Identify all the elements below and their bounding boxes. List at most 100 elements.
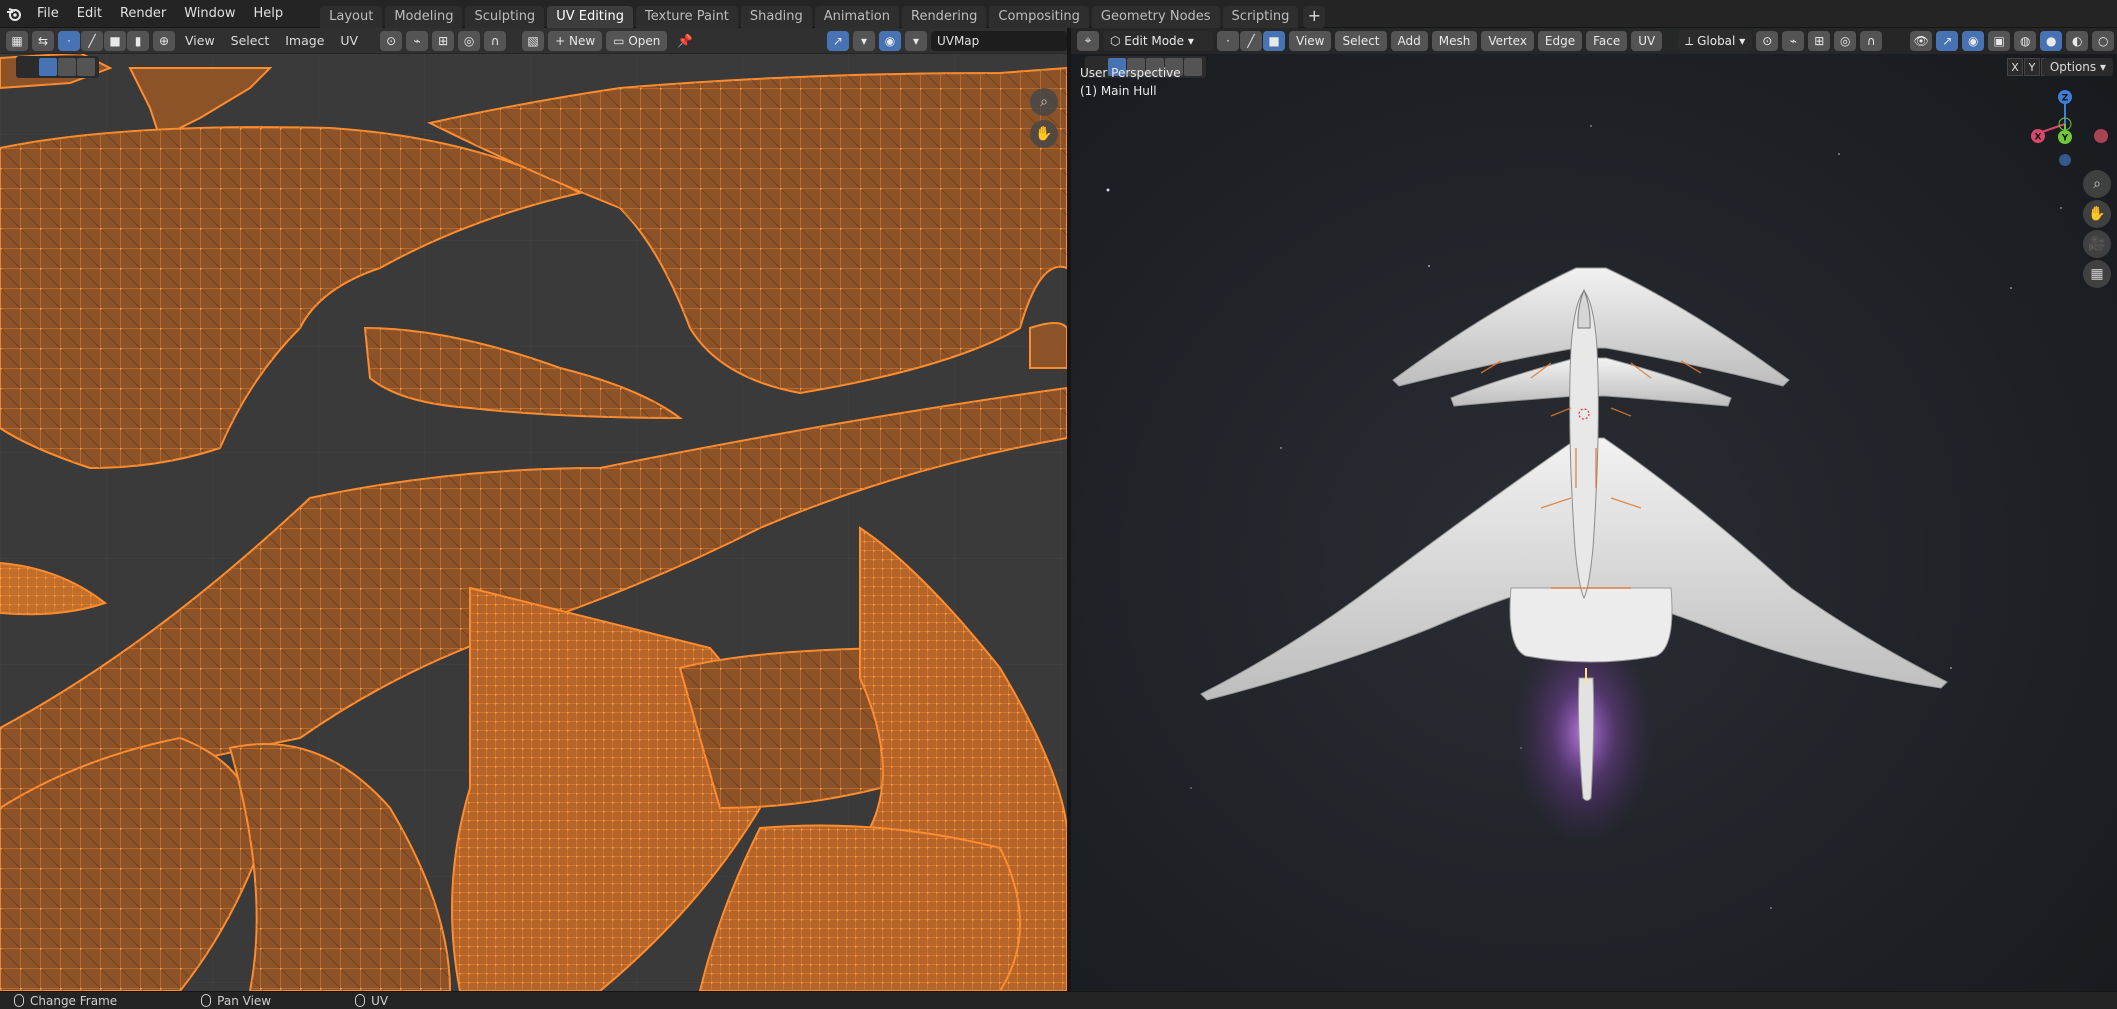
select-new-icon[interactable] [39,58,57,76]
snap-target-icon[interactable]: ⊞ [432,30,455,51]
vp-menu-edge[interactable]: Edge [1537,30,1583,51]
vp-menu-add[interactable]: Add [1390,30,1428,51]
gizmo-neg-z-axis[interactable] [2059,154,2071,166]
menu-edit[interactable]: Edit [68,0,111,28]
tab-compositing[interactable]: Compositing [989,5,1089,28]
expand-toolbar-icon[interactable] [20,58,38,76]
viewport-editor-type-icon[interactable]: ⌖ [1077,30,1099,51]
menu-window[interactable]: Window [175,0,244,28]
edge-select-icon[interactable]: ╱ [81,30,103,51]
gizmo-neg-x-axis[interactable] [2094,129,2108,143]
gizmo-y-label: Y [2061,134,2069,144]
vp-select-intersect-icon[interactable] [1184,58,1202,76]
proportional-edit-icon[interactable]: ◎ [458,30,481,51]
uv-mesh-canvas[interactable] [0,28,1067,991]
vp-menu-select[interactable]: Select [1335,30,1387,51]
options-dropdown[interactable]: Options ▾ [2042,58,2113,76]
menu-help[interactable]: Help [245,0,293,28]
vp-menu-vertex[interactable]: Vertex [1481,30,1534,51]
shading-material-icon[interactable]: ◐ [2066,30,2089,51]
uv-map-field[interactable]: UVMap [930,30,1067,51]
uv-menu-uv[interactable]: UV [334,33,364,48]
tab-modeling[interactable]: Modeling [385,5,463,28]
editor-type-icon[interactable]: ▦ [6,30,28,51]
visibility-icon[interactable]: 👁 [1910,30,1933,51]
shading-solid-icon[interactable]: ● [2040,30,2063,51]
vertex-select-icon[interactable]: · [58,30,80,51]
mode-dropdown[interactable]: ⬡ Edit Mode ▾ [1103,30,1213,51]
face-mode-icon[interactable]: ■ [1263,30,1285,51]
pivot-point-icon[interactable]: ⊙ [1756,30,1779,51]
status-item-change-frame: Change Frame [14,994,117,1008]
falloff-icon[interactable]: ∩ [484,30,507,51]
orientation-dropdown[interactable]: ⟂ Global ▾ [1678,30,1753,51]
select-subtract-icon[interactable] [77,58,95,76]
hand-pan-icon[interactable]: ✋ [1030,120,1058,148]
shading-wireframe-icon[interactable]: ◍ [2014,30,2037,51]
pin-icon[interactable]: 📌 [671,33,699,49]
menu-render[interactable]: Render [111,0,175,28]
vp-overlay-icon[interactable]: ◉ [1962,30,1985,51]
xray-icon[interactable]: ▣ [1988,30,2011,51]
pivot-icon[interactable]: ⊙ [380,30,403,51]
orientation-label: Global [1697,33,1736,48]
mirror-y-button[interactable]: Y [2024,58,2040,76]
open-image-button[interactable]: ▭ Open [606,30,668,51]
3d-viewport[interactable]: ⌖ ⬡ Edit Mode ▾ · ╱ ■ View Select Add Me… [1071,28,2117,991]
uv-editor[interactable]: ▦ ⇆ · ╱ ■ ▮ ⊕ View Select Image UV ⊙ ⌁ ⊞… [0,28,1067,991]
edge-mode-icon[interactable]: ╱ [1240,30,1262,51]
vp-menu-mesh[interactable]: Mesh [1431,30,1478,51]
workspace-tabs: Layout Modeling Sculpting UV Editing Tex… [320,0,1326,28]
uv-menu-select[interactable]: Select [225,33,276,48]
top-bar: File Edit Render Window Help Layout Mode… [0,0,2117,28]
tab-geometry-nodes[interactable]: Geometry Nodes [1091,5,1220,28]
overlay-dropdown-icon[interactable]: ▾ [904,30,927,51]
tab-animation[interactable]: Animation [814,5,899,28]
island-select-icon[interactable]: ▮ [127,30,149,51]
proportional-falloff-icon[interactable]: ∩ [1860,30,1883,51]
tab-rendering[interactable]: Rendering [902,5,987,28]
sticky-select-icon[interactable]: ⊕ [153,30,175,51]
options-label: Options [2049,60,2097,74]
vp-menu-view[interactable]: View [1289,30,1332,51]
gizmo-toggle-icon[interactable]: ↗ [826,30,849,51]
status-label-pan-view: Pan View [217,993,272,1008]
new-image-button[interactable]: + New [548,30,603,51]
vp-hand-pan-icon[interactable]: ✋ [2083,200,2111,228]
mirror-x-button[interactable]: X [2007,58,2023,76]
tab-shading[interactable]: Shading [740,5,812,28]
face-select-icon[interactable]: ■ [104,30,126,51]
snap-toggle-icon[interactable]: ⌁ [1782,30,1805,51]
gizmo-dropdown-icon[interactable]: ▾ [852,30,875,51]
vp-menu-face[interactable]: Face [1586,30,1628,51]
uv-menu-view[interactable]: View [179,33,221,48]
vp-gizmo-icon[interactable]: ↗ [1936,30,1959,51]
overlay-toggle-icon[interactable]: ◉ [878,30,901,51]
mouse-left-icon [14,994,24,1007]
proportional-toggle-icon[interactable]: ◎ [1834,30,1857,51]
menu-file[interactable]: File [28,0,68,28]
vp-menu-uv[interactable]: UV [1631,30,1663,51]
tab-sculpting[interactable]: Sculpting [465,5,545,28]
tab-uv-editing[interactable]: UV Editing [547,5,634,28]
shading-rendered-icon[interactable]: ○ [2092,30,2115,51]
image-browse-icon[interactable]: ▧ [522,30,545,51]
camera-icon[interactable]: 🎥 [2083,230,2111,258]
uv-menu-image[interactable]: Image [279,33,330,48]
uv-editor-header: ▦ ⇆ · ╱ ■ ▮ ⊕ View Select Image UV ⊙ ⌁ ⊞… [0,28,1067,54]
snap-icon[interactable]: ⌁ [406,30,429,51]
mouse-right-icon [355,994,366,1007]
tab-scripting[interactable]: Scripting [1222,5,1299,28]
navigation-gizmo[interactable]: Z X Y [2029,88,2109,168]
blender-logo-icon[interactable] [0,0,28,28]
tab-layout[interactable]: Layout [320,5,383,28]
select-extend-icon[interactable] [58,58,76,76]
tab-texture-paint[interactable]: Texture Paint [636,5,738,28]
vp-zoom-icon[interactable]: ⌕ [2083,170,2111,198]
add-workspace-button[interactable]: + [1303,5,1326,28]
vertex-mode-icon[interactable]: · [1217,30,1239,51]
snap-element-icon[interactable]: ⊞ [1808,30,1831,51]
grid-icon[interactable]: ▦ [2083,260,2111,288]
zoom-icon[interactable]: ⌕ [1030,88,1058,116]
sync-selection-icon[interactable]: ⇆ [32,30,54,51]
